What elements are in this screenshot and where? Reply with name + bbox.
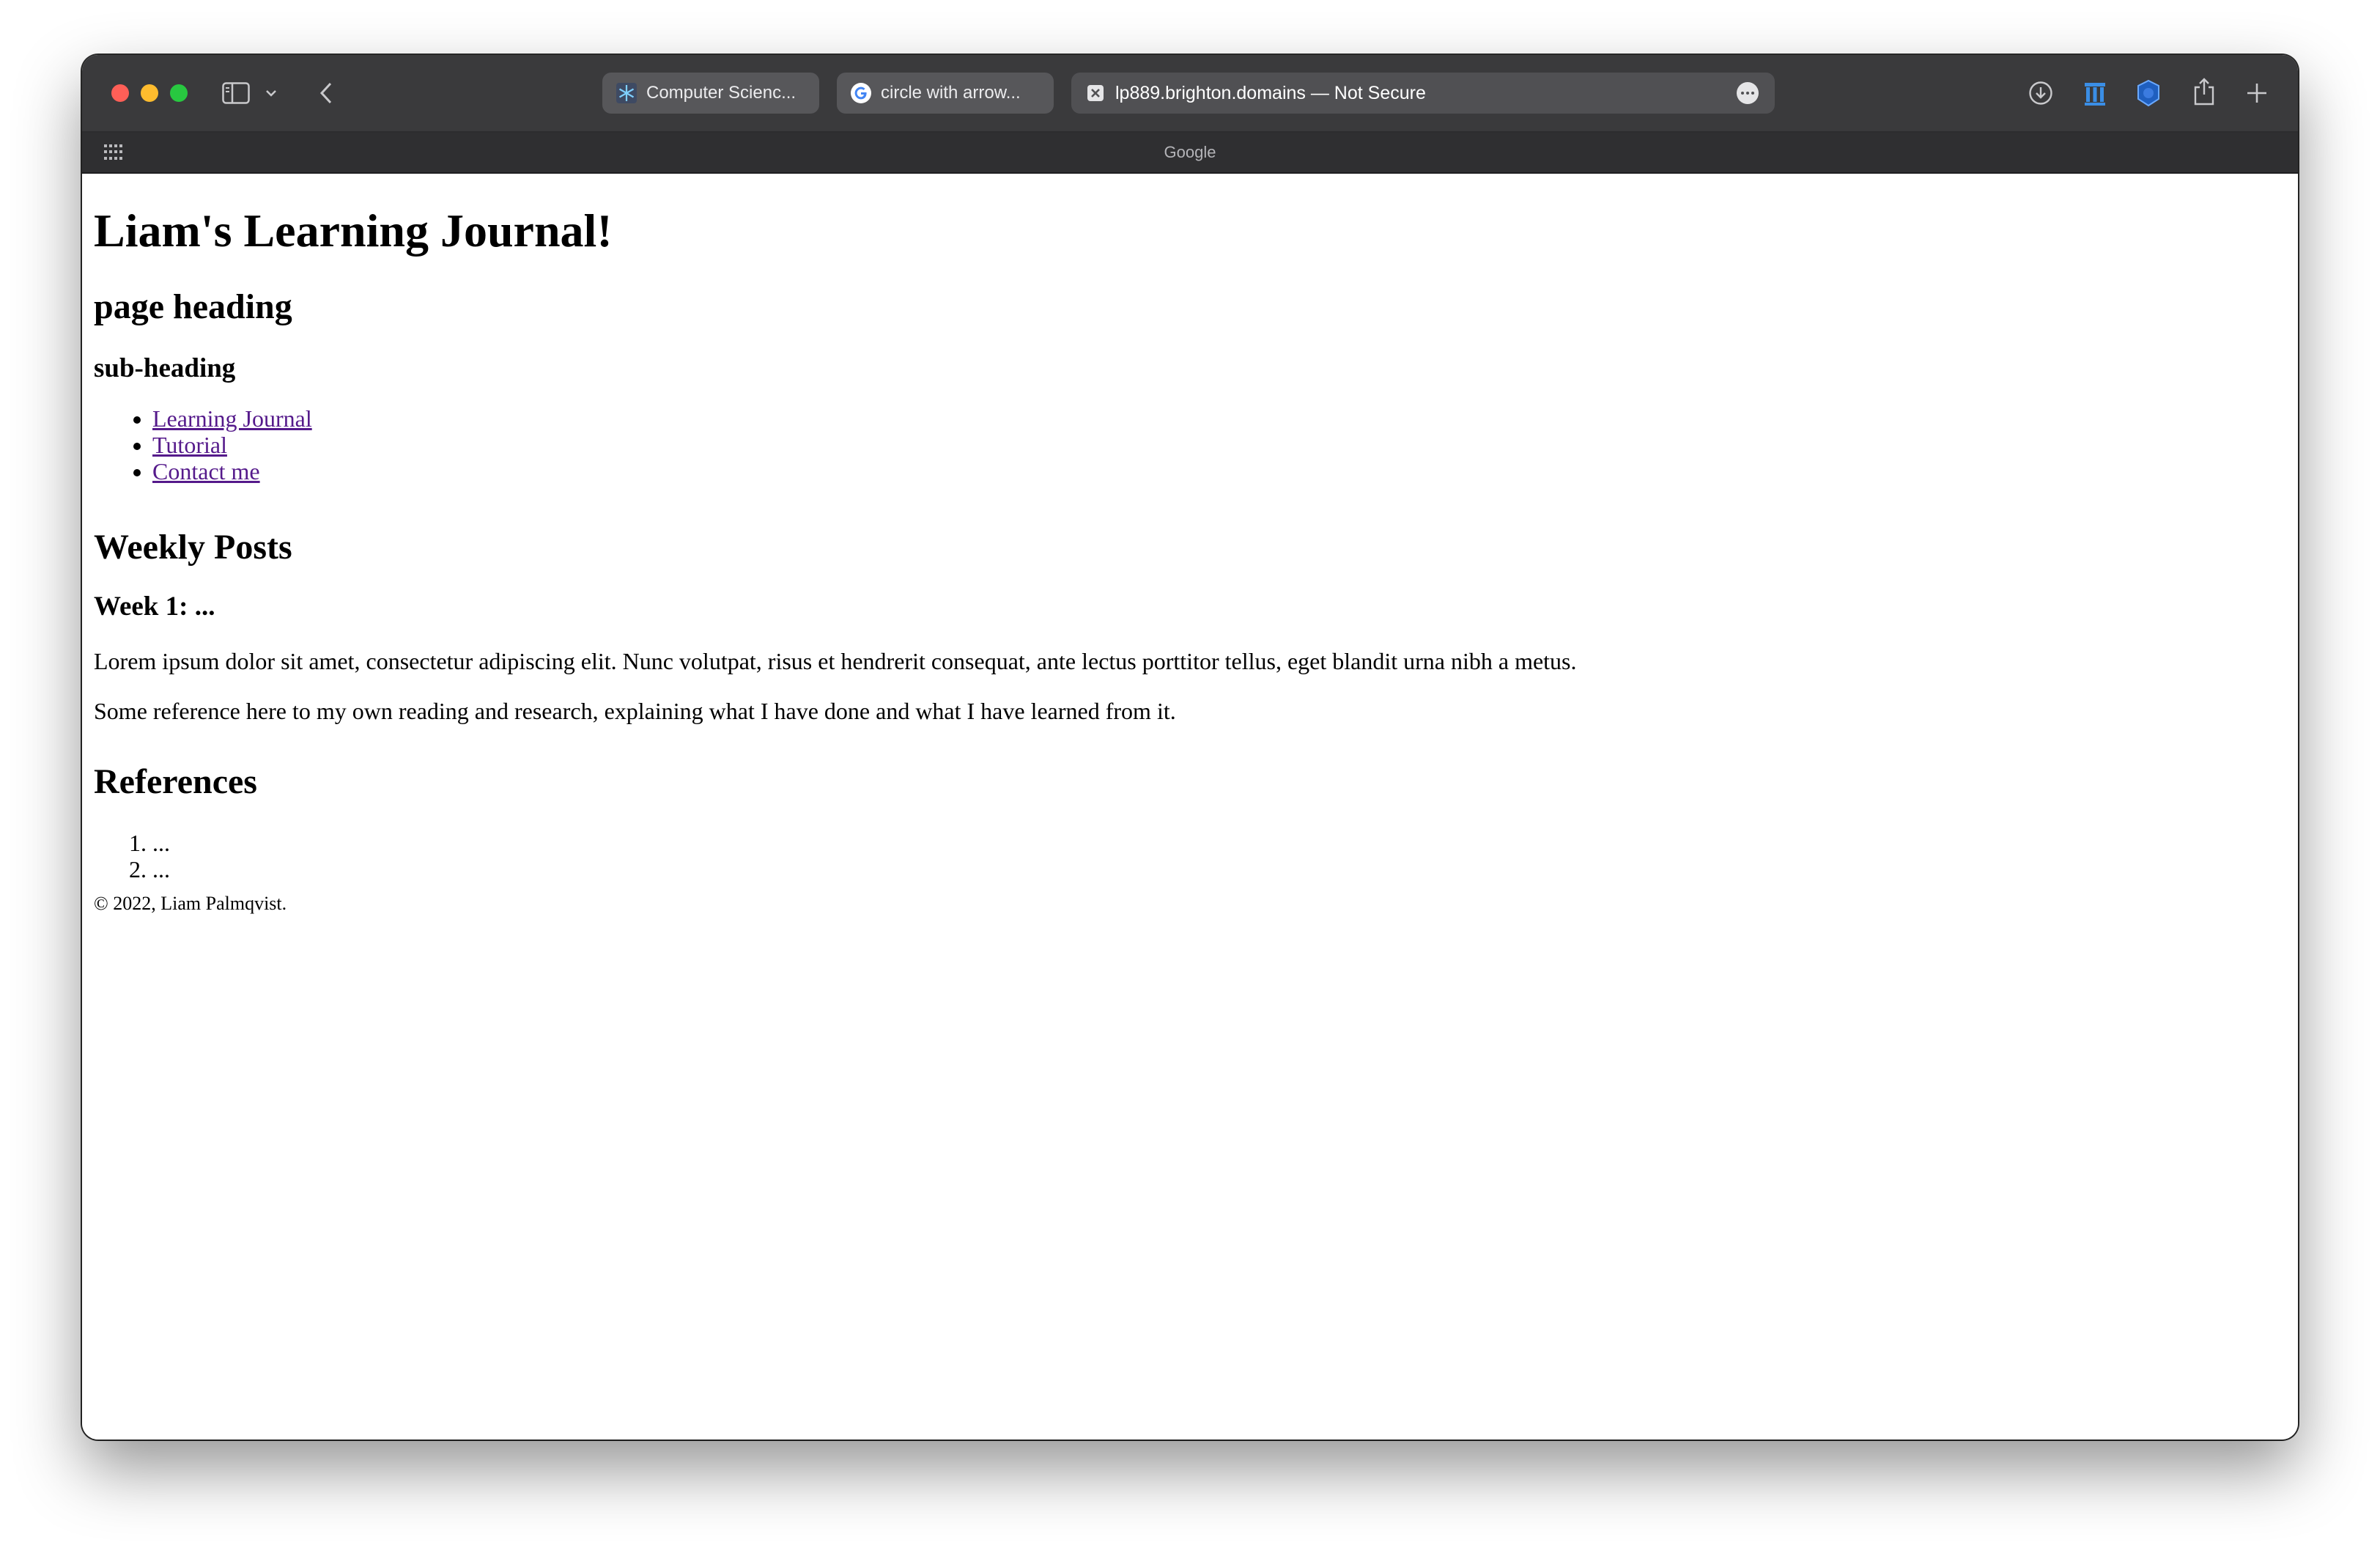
page-heading: page heading: [94, 287, 292, 326]
close-square-icon[interactable]: [1084, 82, 1106, 104]
tab-google-search[interactable]: circle with arrow...: [837, 73, 1054, 114]
new-tab-plus-icon[interactable]: [2244, 80, 2270, 106]
share-icon[interactable]: [2191, 75, 2217, 108]
nav-link-learning-journal[interactable]: Learning Journal: [152, 405, 312, 432]
references-heading: References: [94, 762, 257, 801]
sidebar-icon[interactable]: [221, 80, 251, 106]
browser-window: Computer Scienc... circle with arrow... …: [82, 55, 2298, 1440]
list-item: ...: [152, 856, 170, 882]
snowflake-icon: [616, 82, 638, 104]
close-window-button[interactable]: [111, 84, 129, 102]
google-g-icon: [850, 82, 872, 104]
footer-copyright: © 2022, Liam Palmqvist.: [94, 893, 287, 914]
minimize-window-button[interactable]: [141, 84, 158, 102]
address-bar[interactable]: lp889.brighton.domains — Not Secure: [1071, 73, 1775, 114]
downloads-icon[interactable]: [2028, 80, 2054, 106]
nav-link-contact-me[interactable]: Contact me: [152, 458, 260, 484]
weekly-posts-heading: Weekly Posts: [94, 528, 292, 567]
week-heading: Week 1: ...: [94, 591, 215, 622]
list-item: ...: [152, 830, 170, 856]
web-page: Liam's Learning Journal! page heading su…: [82, 174, 2298, 1440]
favorites-bar-google[interactable]: Google: [82, 143, 2298, 162]
browser-toolbar: Computer Scienc... circle with arrow... …: [82, 55, 2298, 133]
nav-link-tutorial[interactable]: Tutorial: [152, 432, 227, 458]
favorites-bar: Google: [82, 133, 2298, 174]
post-paragraph: Some reference here to my own reading an…: [94, 698, 1176, 724]
list-item: Tutorial: [152, 432, 312, 458]
list-item: Contact me: [152, 458, 312, 484]
more-options-icon[interactable]: [1737, 82, 1759, 104]
extension-library-icon[interactable]: [2082, 78, 2107, 108]
sub-heading: sub-heading: [94, 353, 236, 383]
chevron-down-icon[interactable]: [264, 84, 278, 102]
tab-computer-science[interactable]: Computer Scienc...: [602, 73, 819, 114]
tab-label: circle with arrow...: [881, 83, 1021, 103]
nav-list: Learning Journal Tutorial Contact me: [94, 405, 312, 484]
tab-label: Computer Scienc...: [646, 83, 797, 103]
references-list: ... ...: [94, 830, 170, 882]
extension-shield-icon[interactable]: [2134, 78, 2163, 108]
zoom-window-button[interactable]: [170, 84, 188, 102]
list-item: Learning Journal: [152, 405, 312, 432]
post-paragraph: Lorem ipsum dolor sit amet, consectetur …: [94, 648, 1577, 674]
page-title: Liam's Learning Journal!: [94, 204, 613, 257]
url-text[interactable]: lp889.brighton.domains — Not Secure: [1115, 83, 1426, 104]
back-button[interactable]: [315, 78, 337, 108]
